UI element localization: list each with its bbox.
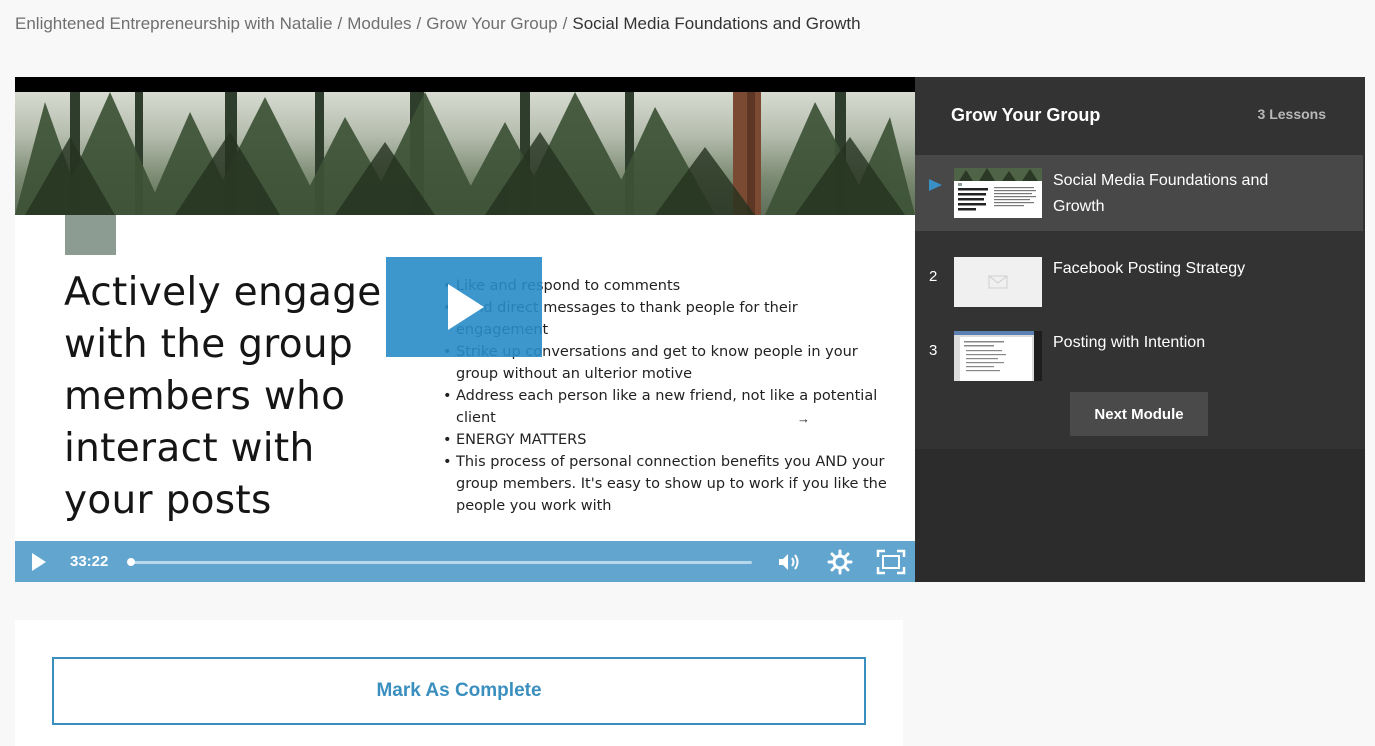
video-player[interactable]: Actively engage with the group members w… — [15, 77, 915, 582]
breadcrumb-modules-link[interactable]: Modules — [347, 14, 411, 33]
big-play-button[interactable] — [386, 257, 542, 357]
lesson-count: 3 Lessons — [1257, 106, 1326, 122]
progress-bar[interactable] — [129, 561, 752, 564]
settings-gear-icon[interactable] — [827, 549, 853, 575]
breadcrumb-separator: / — [562, 14, 568, 33]
play-icon[interactable] — [27, 551, 49, 573]
video-controls: 33:22 — [15, 541, 915, 582]
lesson-thumbnail — [954, 331, 1042, 381]
breadcrumb-separator: / — [337, 14, 343, 33]
slide-bullet: ENERGY MATTERS — [443, 429, 893, 451]
lesson-item-facebook-posting-strategy[interactable]: 2 Facebook Posting Strategy — [915, 244, 1363, 320]
lesson-title: Facebook Posting Strategy — [1053, 260, 1246, 277]
lesson-number: 2 — [929, 268, 938, 285]
module-title: Grow Your Group — [951, 105, 1101, 125]
mark-complete-button[interactable]: Mark As Complete — [52, 657, 866, 725]
video-letterbox — [15, 77, 915, 92]
breadcrumb-separator: / — [416, 14, 422, 33]
forest-image — [15, 92, 915, 215]
lesson-title: Social Media Foundations and Growth — [1053, 172, 1269, 215]
sidebar-header: Grow Your Group 3 Lessons — [915, 77, 1365, 155]
lesson-item-posting-with-intention[interactable]: 3 Posting with Intention — [915, 318, 1363, 394]
fullscreen-icon[interactable] — [876, 549, 906, 575]
current-time: 33:22 — [70, 553, 109, 570]
slide-bullet: Address each person like a new friend, n… — [443, 385, 893, 429]
breadcrumb-module-link[interactable]: Grow Your Group — [426, 14, 557, 33]
breadcrumb-current: Social Media Foundations and Growth — [572, 14, 861, 33]
breadcrumb: Enlightened Entrepreneurship with Natali… — [15, 14, 861, 34]
slide-headline: Actively engage with the group members w… — [64, 270, 382, 523]
play-icon — [448, 284, 484, 330]
now-playing-icon — [929, 179, 942, 191]
lesson-thumbnail — [954, 257, 1042, 307]
volume-icon[interactable] — [777, 550, 803, 574]
lesson-thumbnail — [954, 168, 1042, 218]
lesson-item-social-media-foundations[interactable]: Social Media Foundations and Growth — [915, 155, 1363, 231]
lesson-sidebar: Grow Your Group 3 Lessons Social Media F… — [915, 77, 1365, 582]
arrow-right-icon: → — [797, 411, 810, 426]
lesson-number: 3 — [929, 342, 938, 359]
lesson-list: Social Media Foundations and Growth 2 Fa… — [915, 155, 1365, 449]
progress-thumb[interactable] — [126, 558, 135, 566]
breadcrumb-course-link[interactable]: Enlightened Entrepreneurship with Natali… — [15, 14, 333, 33]
next-module-button[interactable]: Next Module — [1070, 392, 1208, 436]
completion-panel: Mark As Complete — [15, 620, 903, 746]
lesson-title: Posting with Intention — [1053, 334, 1206, 351]
slide-bullet: This process of personal connection bene… — [443, 451, 893, 517]
decorative-square — [65, 215, 116, 255]
